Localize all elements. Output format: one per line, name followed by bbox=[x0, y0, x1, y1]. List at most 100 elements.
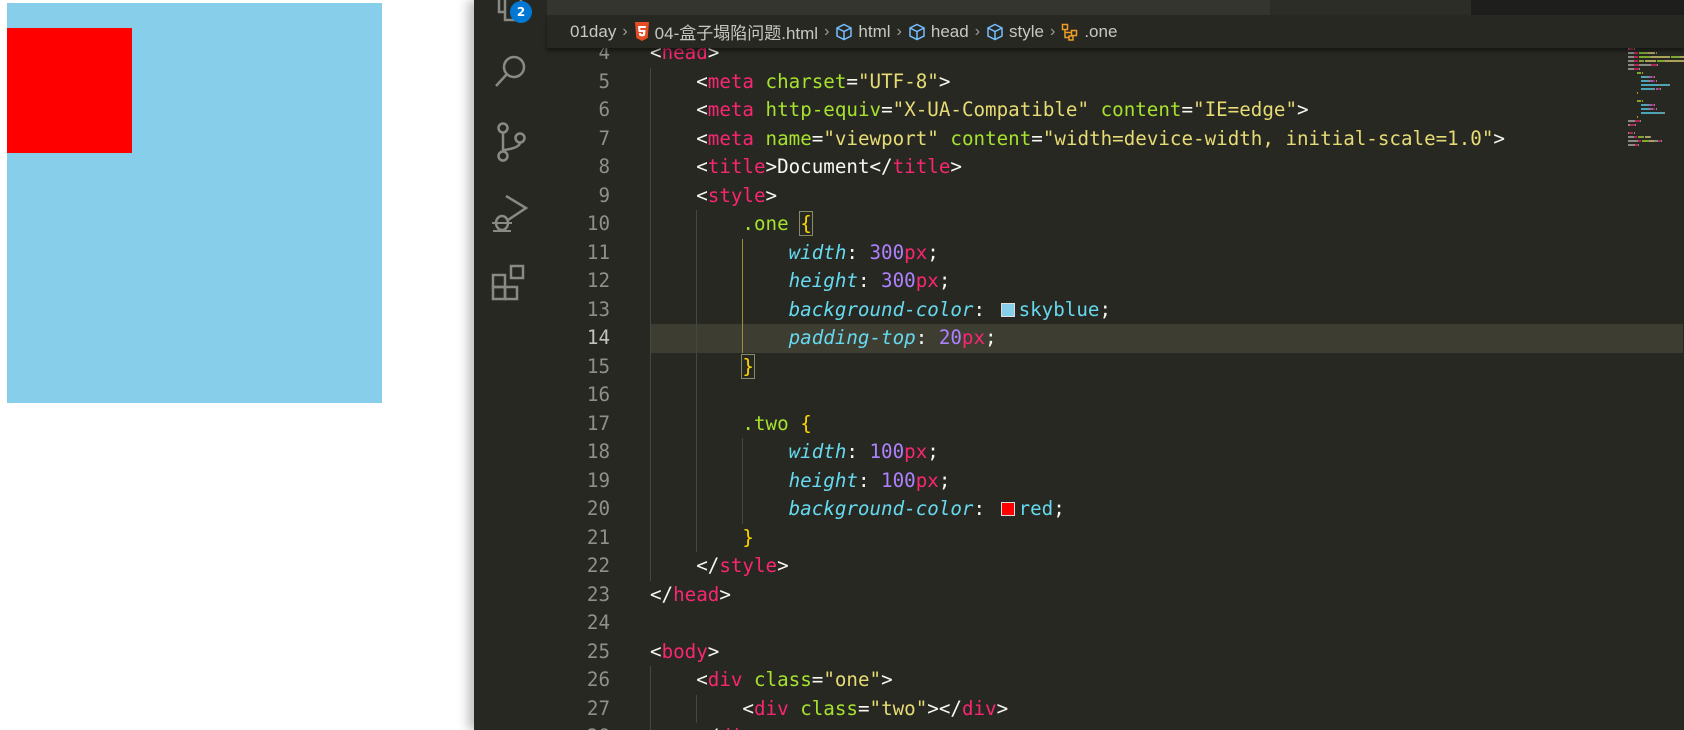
tab[interactable] bbox=[798, 0, 989, 15]
breadcrumb-item[interactable]: html bbox=[835, 22, 891, 42]
line-number: 21 bbox=[586, 525, 610, 549]
code-line[interactable]: <div class="one"> bbox=[650, 666, 892, 695]
code-token: > bbox=[1493, 126, 1505, 150]
line-number: 25 bbox=[586, 639, 610, 663]
code-token: skyblue bbox=[1018, 297, 1100, 321]
code-editor[interactable]: 4 <head> 5 <meta charset="UTF-8"> 6 <meta h… bbox=[547, 39, 1684, 730]
minimap-mark bbox=[1633, 136, 1637, 138]
breadcrumb-item[interactable]: style bbox=[986, 22, 1044, 42]
code-line[interactable]: </head> bbox=[650, 581, 731, 610]
chevron-right-icon: › bbox=[1049, 22, 1056, 40]
code-token: ; bbox=[938, 468, 951, 492]
color-swatch[interactable] bbox=[1000, 302, 1015, 317]
line-number: 13 bbox=[586, 297, 610, 321]
run-debug-icon[interactable] bbox=[486, 190, 534, 238]
extensions-icon[interactable] bbox=[486, 260, 534, 308]
minimap-mark bbox=[1668, 84, 1670, 86]
code-token: : bbox=[857, 269, 882, 292]
code-line[interactable]: <title>Document</title> bbox=[650, 153, 962, 182]
line-number: 6 bbox=[598, 98, 610, 121]
code-token: height bbox=[788, 269, 858, 292]
code-token: > bbox=[1297, 98, 1309, 121]
minimap-mark bbox=[1655, 52, 1657, 54]
line-number: 20 bbox=[586, 497, 610, 520]
tab[interactable] bbox=[988, 0, 1271, 15]
code-line[interactable]: <body> bbox=[650, 638, 719, 667]
code-line[interactable]: height: 100px; bbox=[650, 467, 951, 496]
code-line[interactable]: </style> bbox=[650, 552, 788, 581]
minimap-mark bbox=[1628, 120, 1635, 122]
minimap-mark bbox=[1642, 72, 1644, 74]
minimap[interactable] bbox=[1624, 48, 1684, 730]
breadcrumb-item[interactable]: .one bbox=[1061, 22, 1117, 42]
code-token: "viewport" bbox=[823, 126, 939, 150]
code-token: content bbox=[950, 126, 1032, 150]
code-token: name bbox=[765, 126, 812, 150]
breadcrumb-item[interactable]: head bbox=[908, 22, 969, 42]
breadcrumb-label: style bbox=[1009, 21, 1044, 41]
code-token: = bbox=[1181, 98, 1194, 121]
line-number: 19 bbox=[586, 468, 610, 492]
minimap-mark bbox=[1654, 76, 1656, 78]
code-line[interactable]: width: 300px; bbox=[650, 239, 939, 268]
line-number: 15 bbox=[586, 354, 610, 378]
code-token: </ bbox=[650, 554, 720, 577]
minimap-mark bbox=[1640, 120, 1642, 122]
minimap-mark bbox=[1641, 88, 1654, 90]
code-line[interactable]: .two { bbox=[650, 410, 812, 439]
code-line[interactable]: } bbox=[650, 353, 755, 382]
code-token: ; bbox=[985, 326, 997, 349]
code-token: 20 bbox=[938, 326, 962, 349]
line-number: 23 bbox=[586, 582, 610, 606]
minimap-mark bbox=[1659, 88, 1661, 90]
code-line[interactable]: <style> bbox=[650, 182, 777, 211]
css-selector-icon bbox=[1061, 23, 1079, 41]
code-line[interactable]: <div class="two"></div> bbox=[650, 695, 1008, 724]
tab[interactable] bbox=[1270, 0, 1472, 15]
cube-icon bbox=[908, 23, 926, 41]
code-token: </ bbox=[650, 725, 719, 730]
line-number: 28 bbox=[547, 723, 610, 730]
source-control-icon[interactable] bbox=[486, 118, 534, 166]
color-swatch[interactable] bbox=[1000, 502, 1015, 516]
minimap-mark bbox=[1633, 48, 1635, 50]
code-token: "IE=edge" bbox=[1193, 98, 1297, 121]
code-line[interactable]: .one { bbox=[650, 210, 813, 239]
code-token: } bbox=[741, 353, 755, 379]
code-line[interactable]: background-color: skyblue; bbox=[650, 296, 1111, 325]
code-token: > bbox=[754, 725, 766, 730]
minimap-mark bbox=[1656, 64, 1658, 66]
code-line[interactable]: <meta charset="UTF-8"> bbox=[650, 68, 950, 97]
minimap-mark bbox=[1654, 104, 1656, 106]
minimap-mark bbox=[1628, 144, 1635, 146]
code-token: "two" bbox=[869, 696, 928, 720]
tab-bar bbox=[547, 0, 1684, 15]
chevron-right-icon: › bbox=[974, 22, 981, 40]
minimap-mark bbox=[1639, 56, 1650, 58]
breadcrumb: 01day › 04-盒子塌陷问题.html › html › head › style › .on… bbox=[547, 15, 1684, 48]
code-token: > bbox=[950, 155, 962, 178]
code-token: charset bbox=[765, 69, 847, 93]
code-line[interactable]: } bbox=[650, 524, 754, 553]
code-token: red bbox=[1018, 497, 1054, 520]
code-line[interactable]: <meta http-equiv="X-UA-Compatible" conte… bbox=[650, 96, 1309, 125]
minimap-mark bbox=[1641, 80, 1648, 82]
code-line[interactable]: background-color: red; bbox=[650, 495, 1065, 524]
search-icon[interactable] bbox=[486, 48, 534, 96]
code-token: "width=device-width, initial-scale=1.0" bbox=[1042, 126, 1494, 150]
code-line[interactable]: padding-top: 20px; bbox=[650, 324, 997, 353]
code-line[interactable]: height: 300px; bbox=[650, 267, 951, 296]
code-line[interactable]: <meta name="viewport" content="width=dev… bbox=[650, 125, 1505, 154]
line-number: 9 bbox=[598, 183, 610, 207]
code-token: { bbox=[800, 411, 812, 435]
code-line[interactable]: width: 100px; bbox=[650, 438, 939, 467]
code-line[interactable]: </div> bbox=[650, 723, 766, 730]
code-token: style bbox=[707, 183, 766, 207]
breadcrumb-item[interactable]: 01day bbox=[570, 22, 616, 42]
tab[interactable] bbox=[547, 0, 799, 15]
vscode-window: 2 01day › 04-盒子塌陷问题.html › html › head › style ›.… bbox=[474, 0, 1684, 730]
breadcrumb-item[interactable]: 04-盒子塌陷问题.html bbox=[634, 19, 818, 44]
